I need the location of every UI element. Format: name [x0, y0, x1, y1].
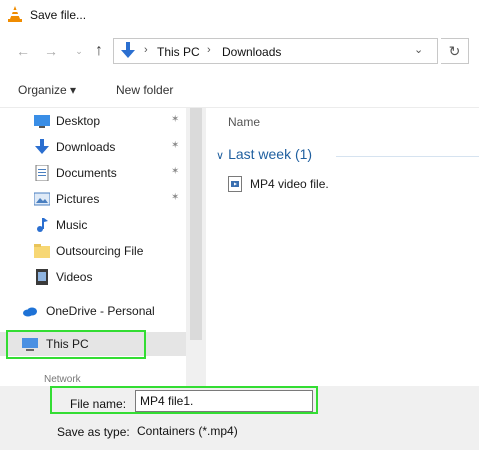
save-as-type-label: Save as type:	[57, 425, 130, 439]
window-title: Save file...	[30, 8, 87, 22]
downloads-icon	[121, 42, 135, 58]
sidebar-item-label: Downloads	[56, 140, 116, 154]
downloads-icon	[35, 139, 49, 154]
pictures-icon	[34, 192, 50, 206]
sidebar-item-pictures[interactable]: Pictures ✶	[0, 187, 186, 211]
toolbar: Organize ▾ New folder	[0, 72, 479, 108]
sidebar-item-label: Music	[56, 218, 88, 232]
sidebar-item-label: This PC	[46, 337, 89, 351]
sidebar-item-music[interactable]: Music	[0, 213, 186, 237]
video-file-icon	[228, 176, 242, 192]
list-item[interactable]: MP4 video file.	[228, 174, 478, 194]
sidebar-item-label: Desktop	[56, 114, 101, 128]
sidebar-item-label: Videos	[56, 270, 93, 284]
sidebar-item-onedrive[interactable]: OneDrive - Personal	[0, 299, 186, 323]
address-dropdown-icon[interactable]: ⌄	[414, 43, 423, 56]
sidebar-item-outsourcing-file[interactable]: Outsourcing File	[0, 239, 186, 263]
refresh-icon[interactable]: ↻	[441, 38, 469, 64]
cloud-icon	[23, 307, 37, 317]
address-bar[interactable]: › This PC › Downloads ⌄	[113, 38, 438, 64]
videos-icon	[36, 269, 48, 285]
breadcrumb-downloads[interactable]: Downloads	[222, 45, 281, 59]
up-arrow-icon[interactable]: ↑	[90, 42, 108, 60]
new-folder-button[interactable]: New folder	[116, 83, 173, 97]
computer-icon	[22, 338, 38, 351]
sidebar-item-this-pc[interactable]: This PC	[0, 332, 186, 356]
file-name-field[interactable]	[135, 390, 313, 412]
sidebar-item-label: Pictures	[56, 192, 100, 206]
group-header[interactable]: ∨ Last week (1)	[216, 146, 312, 162]
group-label: Last week (1)	[228, 146, 313, 162]
title-bar: Save file...	[0, 0, 479, 30]
group-divider	[336, 156, 479, 157]
pin-icon[interactable]: ✶	[171, 192, 179, 203]
breadcrumb-separator: ›	[144, 44, 148, 56]
sidebar-item-videos[interactable]: Videos	[0, 265, 186, 289]
name-column-header[interactable]: Name	[228, 115, 260, 129]
scrollbar-thumb[interactable]	[190, 108, 202, 340]
file-name: MP4 video file.	[250, 177, 329, 191]
recent-locations-icon[interactable]: ⌄	[70, 42, 88, 60]
file-name-label: File name:	[70, 397, 127, 411]
chevron-down-icon: ∨	[216, 150, 225, 162]
vlc-cone-icon	[8, 6, 22, 22]
breadcrumb-separator: ›	[207, 44, 211, 56]
navigation-bar: ← → ⌄ ↑ › This PC › Downloads ⌄ ↻	[0, 30, 479, 72]
breadcrumb-this-pc[interactable]: This PC	[157, 45, 200, 59]
music-icon	[37, 218, 48, 232]
navigation-pane: Desktop ✶ Downloads ✶ Documents ✶ Pictur…	[0, 108, 206, 386]
sidebar-item-documents[interactable]: Documents ✶	[0, 161, 186, 185]
sidebar-item-label: OneDrive - Personal	[46, 304, 155, 318]
sidebar-item-downloads[interactable]: Downloads ✶	[0, 135, 186, 159]
organize-button[interactable]: Organize ▾	[18, 83, 76, 97]
desktop-icon	[34, 115, 50, 128]
sidebar-item-label: Documents	[56, 166, 117, 180]
pin-icon[interactable]: ✶	[171, 140, 179, 151]
folder-icon	[34, 244, 50, 258]
save-form: Network File name: Save as type: Contain…	[0, 374, 479, 450]
sidebar-item-network[interactable]: Network	[44, 374, 81, 384]
sidebar-item-desktop[interactable]: Desktop ✶	[0, 109, 186, 133]
pin-icon[interactable]: ✶	[171, 114, 179, 125]
file-list: Name ∨ Last week (1) MP4 video file.	[206, 108, 479, 386]
forward-arrow-icon[interactable]: →	[42, 42, 60, 60]
documents-icon	[35, 165, 49, 181]
pin-icon[interactable]: ✶	[171, 166, 179, 177]
save-as-type-select[interactable]: Containers (*.mp4)	[133, 420, 479, 442]
sidebar-item-label: Outsourcing File	[56, 244, 144, 258]
back-arrow-icon[interactable]: ←	[14, 42, 32, 60]
sidebar-scrollbar[interactable]	[186, 108, 206, 386]
